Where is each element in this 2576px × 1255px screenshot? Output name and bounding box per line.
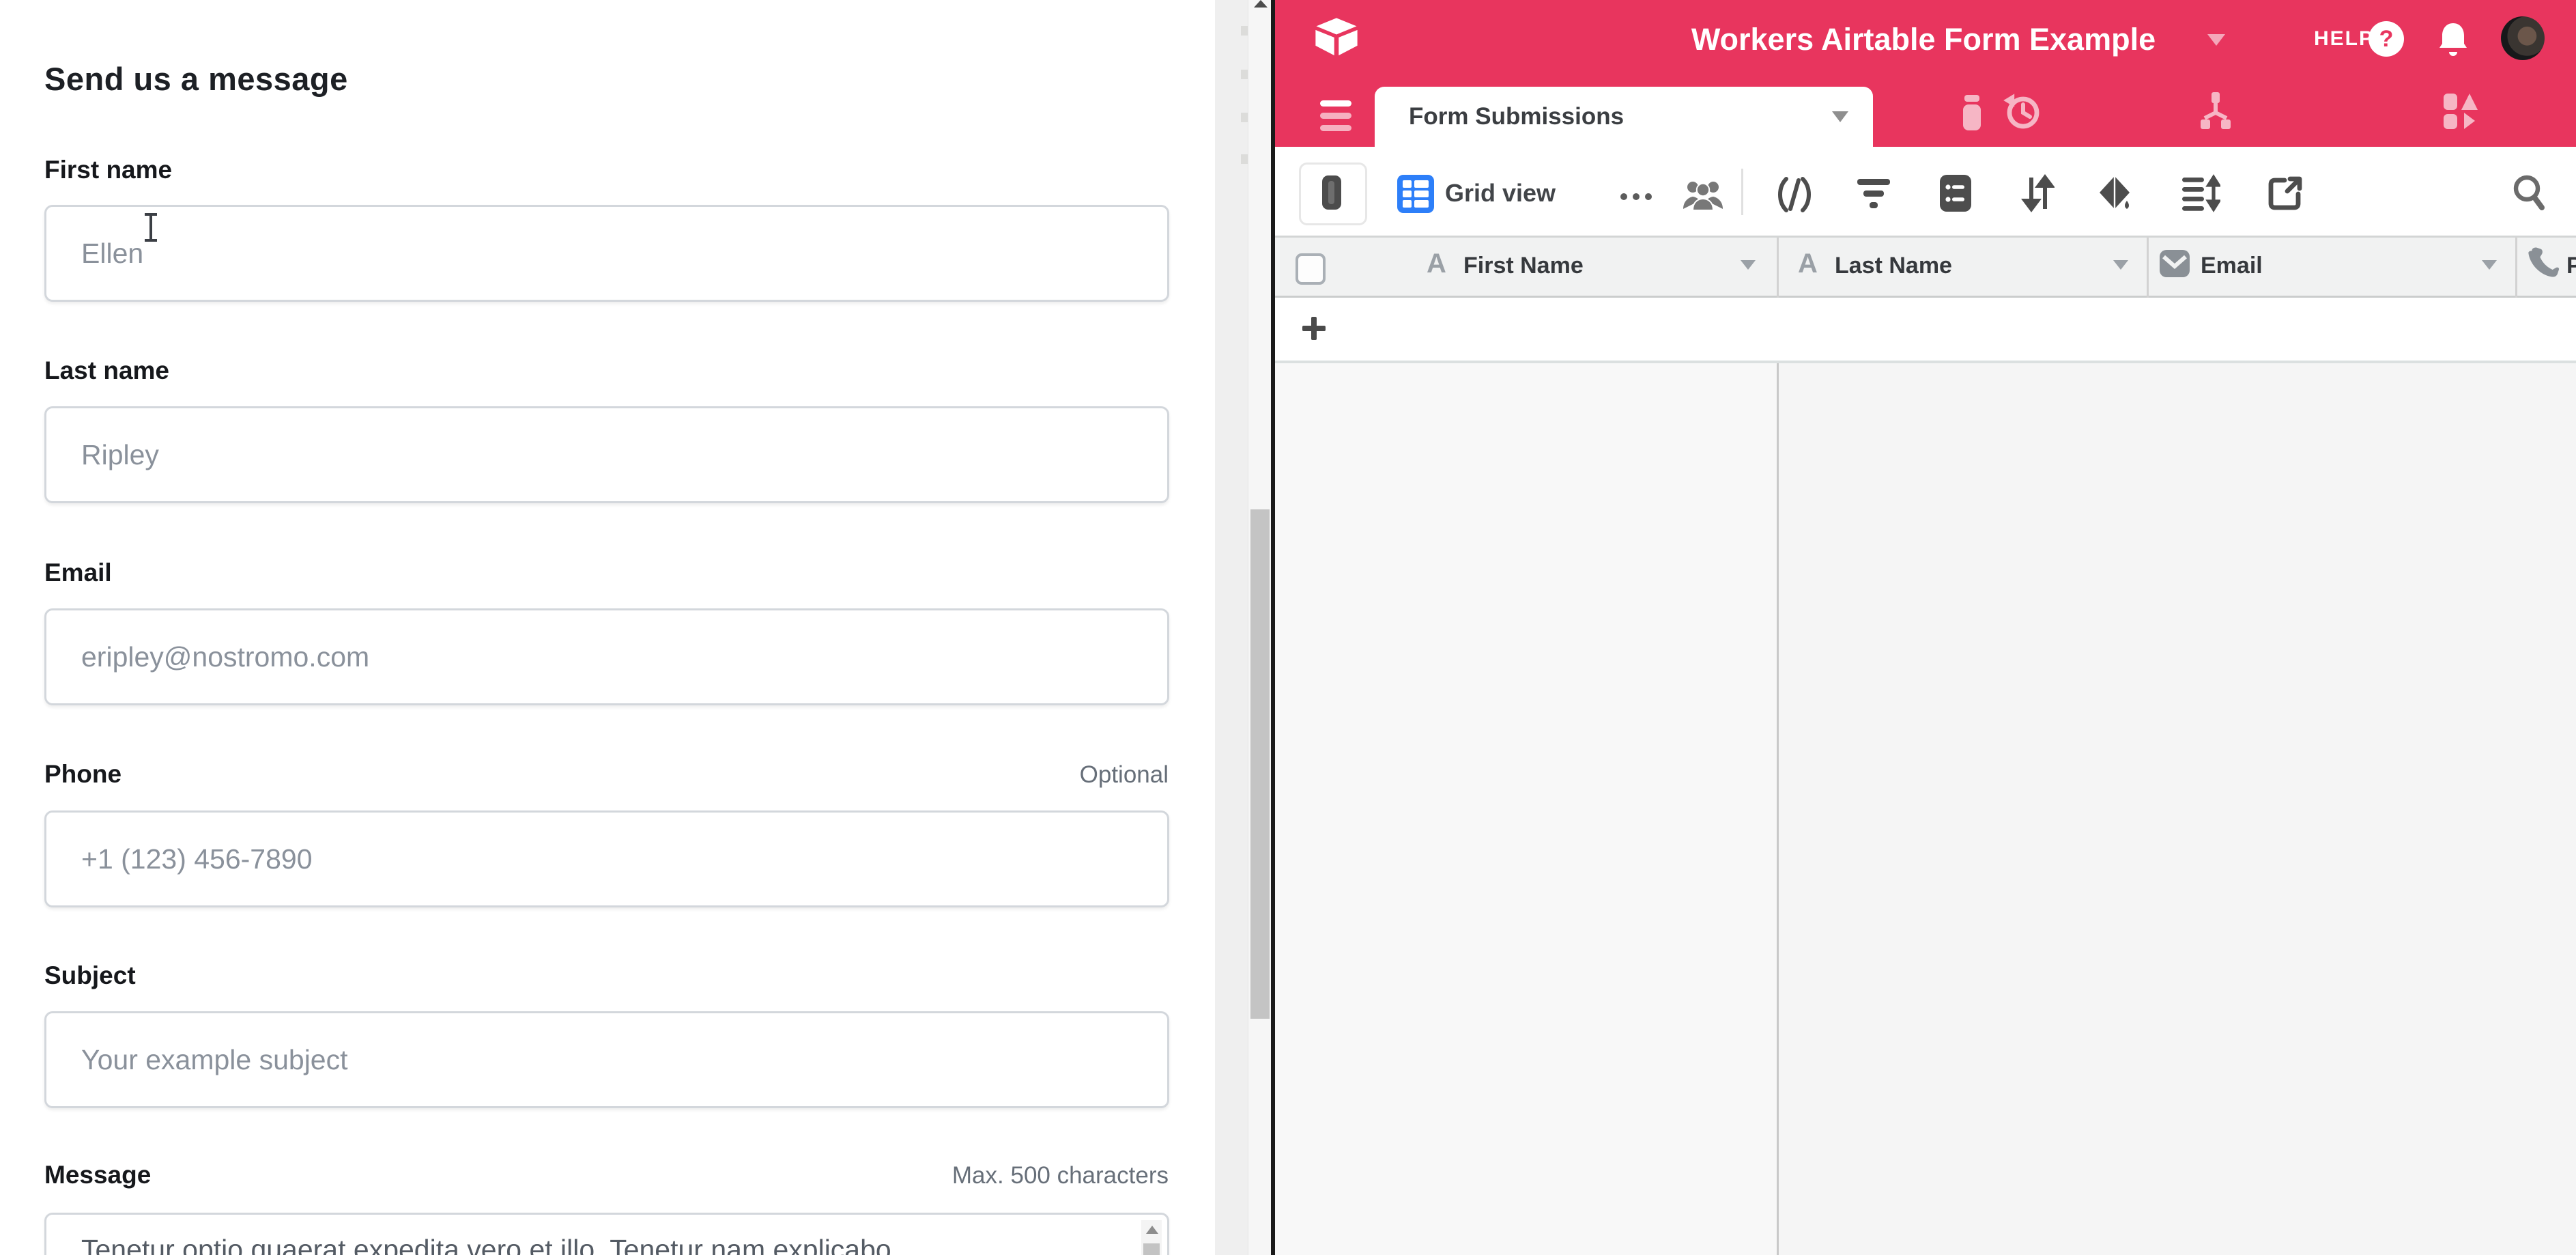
avatar[interactable] xyxy=(2501,16,2545,60)
chevron-down-icon[interactable] xyxy=(2482,260,2497,270)
tab-form-submissions[interactable]: Form Submissions xyxy=(1375,87,1873,147)
screenshot-stage: Send us a message First name Last name E… xyxy=(0,0,2576,1255)
email-label: Email xyxy=(44,559,112,587)
add-row[interactable] xyxy=(1275,298,2576,363)
form-title: Send us a message xyxy=(44,60,348,98)
sidebar-toggle-icon xyxy=(1322,175,1341,210)
automations-icon[interactable] xyxy=(2198,89,2232,133)
column-header-last-name[interactable]: Last Name xyxy=(1835,253,1952,279)
phone-input[interactable] xyxy=(44,810,1169,907)
sort-icon[interactable] xyxy=(2020,173,2055,213)
first-name-label: First name xyxy=(44,156,172,184)
table-caret-icon[interactable] xyxy=(1832,111,1848,122)
message-text: Tenetur optio quaerat expedita vero et i… xyxy=(81,1234,1105,1255)
airtable-panel: Workers Airtable Form Example HELP ? For… xyxy=(1275,0,2576,1255)
view-name[interactable]: Grid view xyxy=(1445,179,1556,208)
history-icon[interactable] xyxy=(2003,91,2042,133)
message-scrollbar[interactable] xyxy=(1141,1220,1162,1255)
more-icon[interactable] xyxy=(1620,191,1657,203)
column-header-first-name[interactable]: First Name xyxy=(1463,253,1584,279)
plus-icon xyxy=(1302,317,1326,340)
airtable-top-bar: Workers Airtable Form Example HELP ? xyxy=(1275,0,2576,79)
text-cursor xyxy=(143,213,158,242)
frozen-column-area xyxy=(1275,363,1777,1255)
pane-gap xyxy=(1215,0,1248,1255)
base-title[interactable]: Workers Airtable Form Example xyxy=(1616,22,2231,57)
message-max-note: Max. 500 characters xyxy=(44,1162,1169,1189)
page-scrollbar-thumb[interactable] xyxy=(1250,509,1270,1019)
text-field-icon: A xyxy=(1798,249,1818,279)
column-divider[interactable] xyxy=(1777,238,1779,300)
airtable-logo-icon[interactable] xyxy=(1313,14,1360,64)
trash-icon[interactable] xyxy=(1954,92,1990,133)
share-view-icon[interactable] xyxy=(2268,175,2304,212)
scroll-up-arrow[interactable] xyxy=(1254,0,1268,8)
phone-field-icon xyxy=(2527,246,2561,281)
last-name-label: Last name xyxy=(44,356,169,385)
email-field-icon xyxy=(2158,247,2191,280)
email-input[interactable] xyxy=(44,608,1169,705)
column-header-row: A First Name A Last Name Email Phone xyxy=(1275,236,2576,298)
column-divider[interactable] xyxy=(2515,238,2517,300)
base-title-caret-icon[interactable] xyxy=(2207,34,2225,46)
row-height-icon[interactable] xyxy=(2181,173,2220,213)
toolbar-divider xyxy=(1741,169,1743,215)
group-icon[interactable] xyxy=(1938,173,1973,213)
page-scrollbar[interactable] xyxy=(1248,0,1272,1255)
filter-icon[interactable] xyxy=(1857,179,1890,209)
column-divider[interactable] xyxy=(2147,238,2149,300)
message-scrollbar-thumb[interactable] xyxy=(1143,1243,1160,1255)
toggle-sidebar-button[interactable] xyxy=(1299,163,1367,225)
subject-input[interactable] xyxy=(44,1011,1169,1108)
search-icon[interactable] xyxy=(2512,173,2547,213)
airtable-table-bar: Form Submissions SHARE AUTOMATIONS xyxy=(1275,79,2576,147)
active-table-name: Form Submissions xyxy=(1409,87,1624,147)
bell-icon[interactable] xyxy=(2435,20,2471,59)
column-header-email[interactable]: Email xyxy=(2201,253,2263,279)
grid-body xyxy=(1275,363,2576,1255)
first-name-input[interactable] xyxy=(44,205,1169,302)
select-all-checkbox[interactable] xyxy=(1296,253,1326,285)
help-icon[interactable]: ? xyxy=(2369,21,2404,57)
column-divider[interactable] xyxy=(1777,363,1779,1255)
chevron-down-icon[interactable] xyxy=(2113,260,2128,270)
hide-fields-icon[interactable] xyxy=(1775,175,1814,214)
phone-optional-note: Optional xyxy=(44,761,1169,789)
grid-view-icon xyxy=(1397,175,1434,213)
subject-label: Subject xyxy=(44,961,136,990)
apps-icon[interactable] xyxy=(2441,91,2479,132)
chevron-down-icon[interactable] xyxy=(1741,260,1756,270)
help-button[interactable]: HELP xyxy=(2314,27,2374,51)
color-icon[interactable] xyxy=(2097,173,2134,213)
last-name-input[interactable] xyxy=(44,406,1169,503)
scroll-up-arrow[interactable] xyxy=(1146,1226,1158,1234)
contact-form-pane: Send us a message First name Last name E… xyxy=(0,0,1215,1255)
message-textarea[interactable]: Tenetur optio quaerat expedita vero et i… xyxy=(44,1213,1169,1255)
text-field-icon: A xyxy=(1427,249,1446,279)
column-header-phone[interactable]: Phone xyxy=(2566,253,2576,279)
collaborators-icon[interactable] xyxy=(1680,176,1726,213)
